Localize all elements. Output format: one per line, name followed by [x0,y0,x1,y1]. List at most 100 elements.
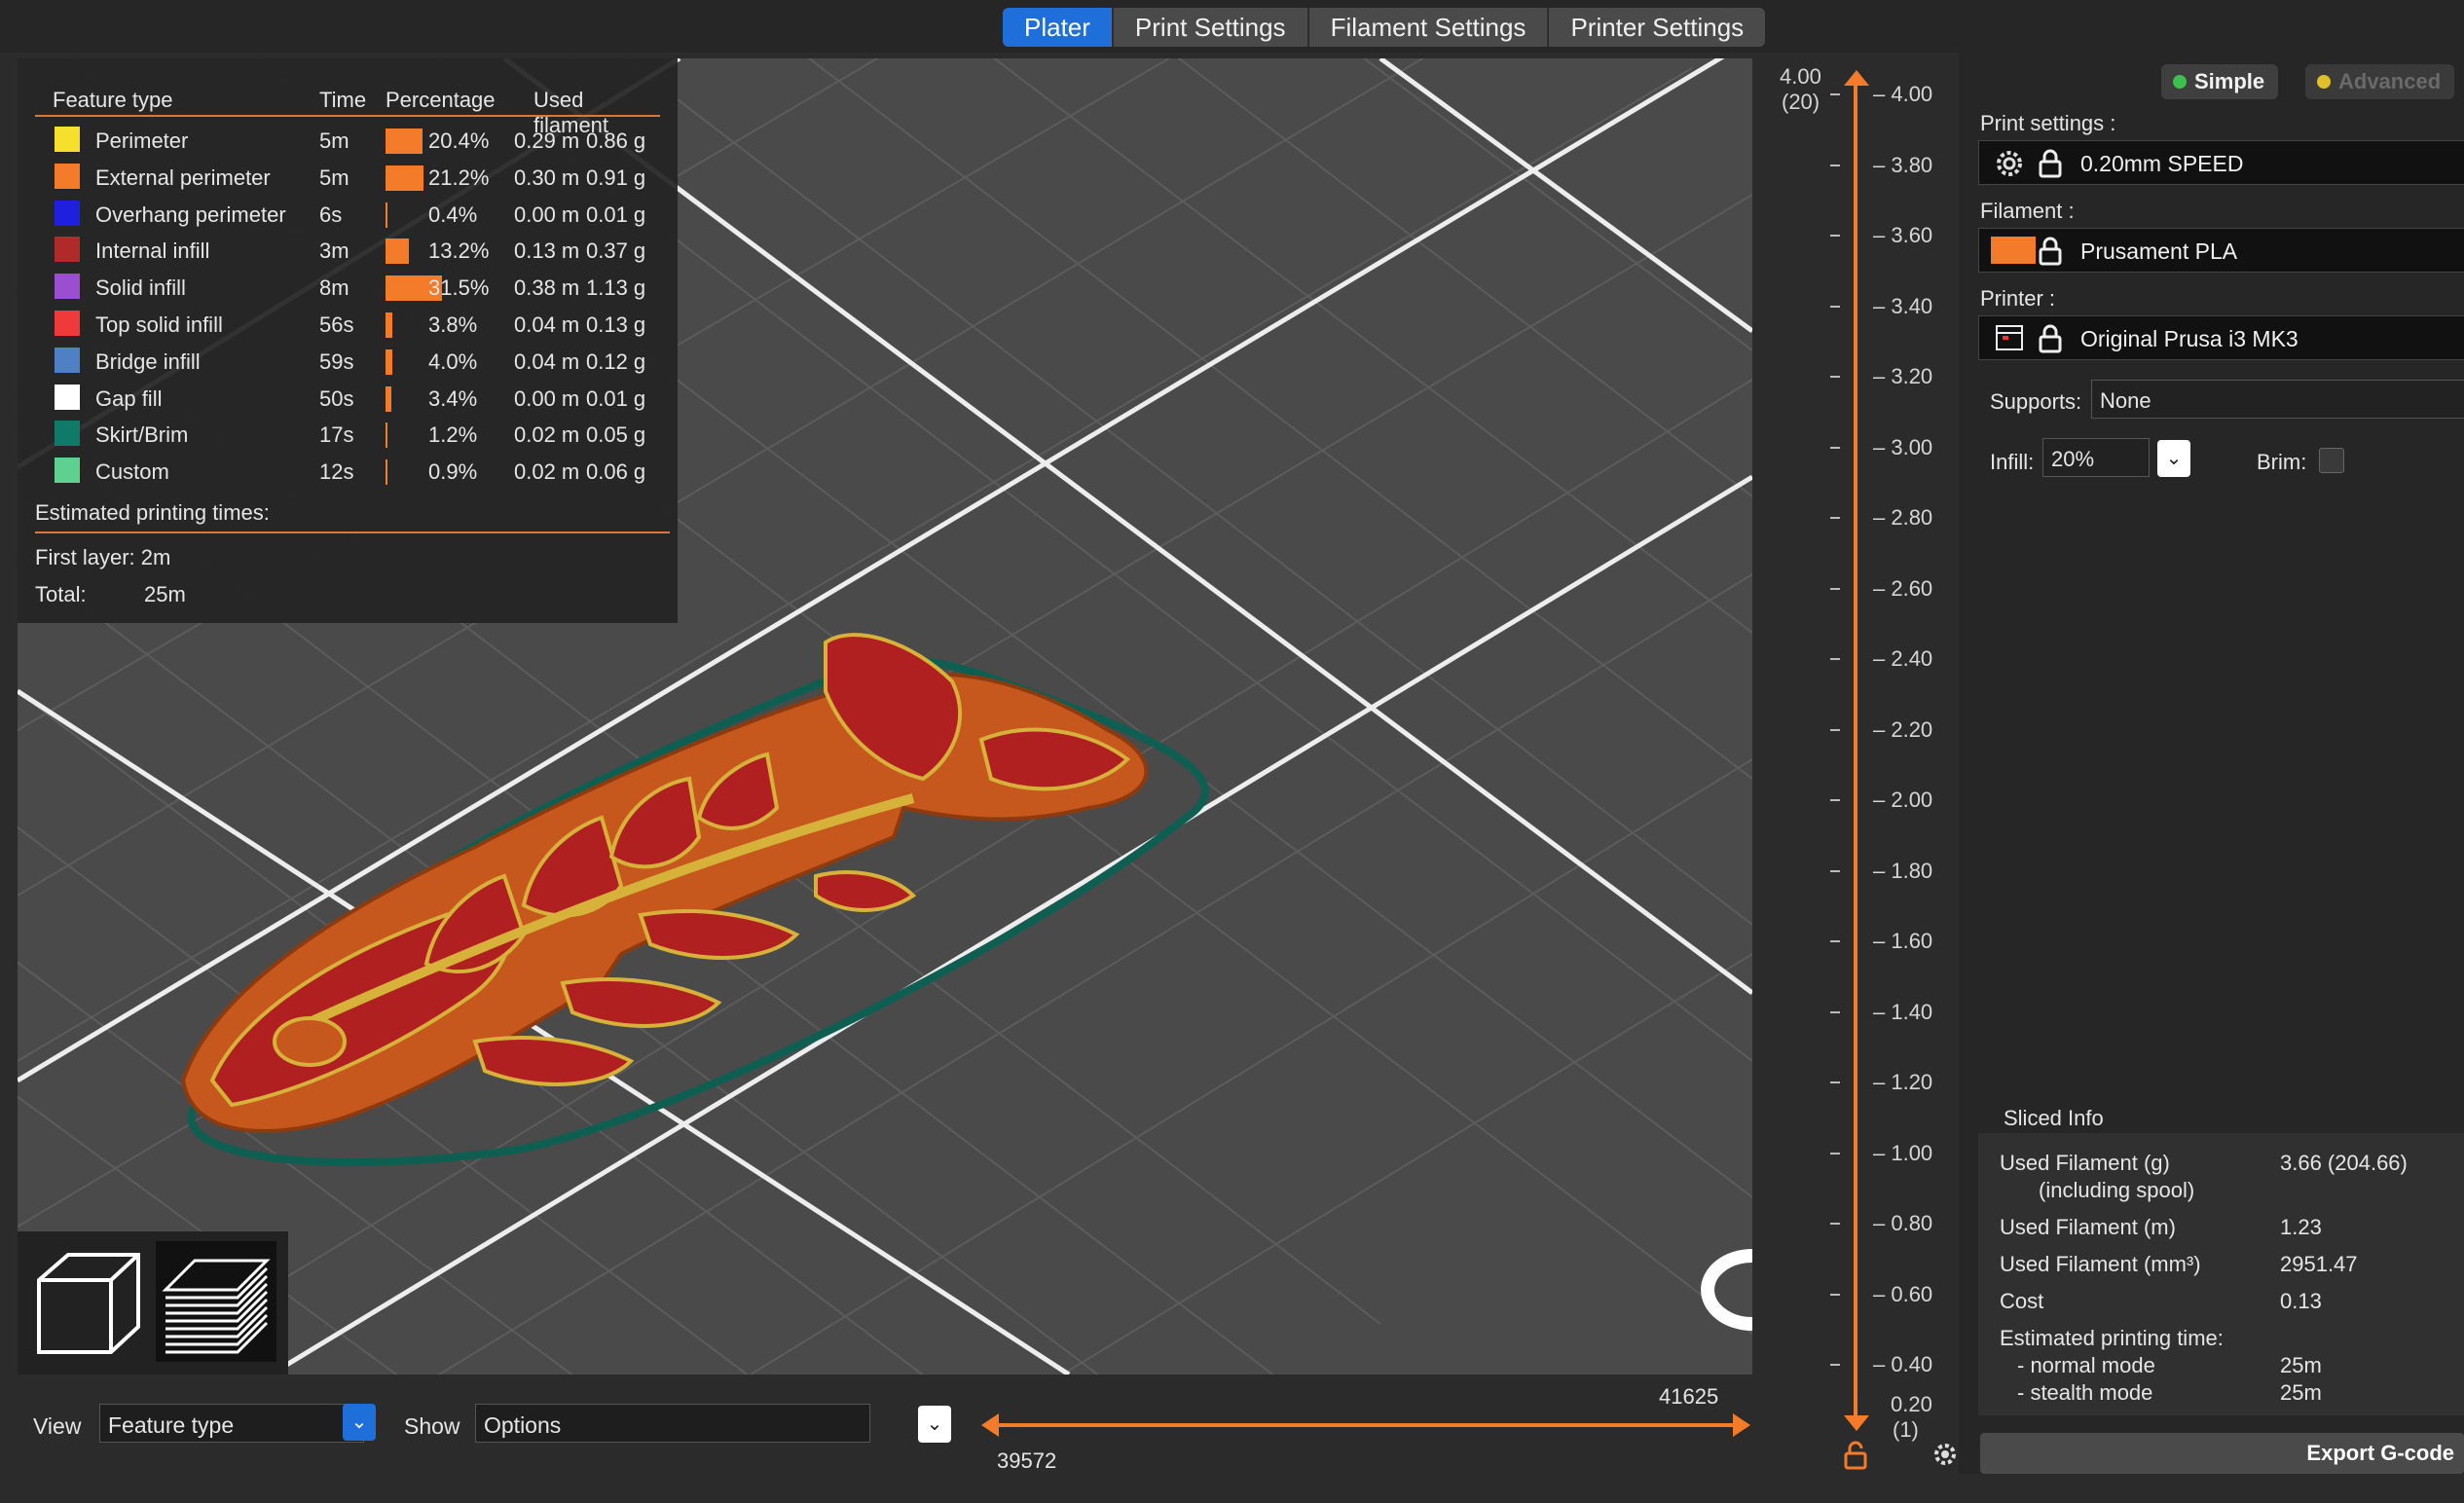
vslider-tick-mark [1830,446,1840,449]
legend-separator [35,532,670,533]
3d-view-icon[interactable] [29,1241,150,1362]
view-select[interactable]: Feature type [99,1404,364,1443]
legend-header-feature: Feature type [53,88,173,112]
legend-row: Internal infill 3m 13.2% 0.13 m 0.37 g [35,231,670,268]
vslider-bottom-thumb-icon[interactable] [1842,1413,1871,1433]
infill-dropdown-arrow-icon[interactable]: ⌄ [2157,440,2190,477]
legend-g-value: 0.91 g [586,165,646,190]
preview-bottom-bar: View Feature type ⌄ Show Options ⌄ 39572… [18,1375,1959,1474]
legend-m-value: 0.02 m [514,459,580,485]
top-tab-bar: Plater Print Settings Filament Settings … [0,0,2464,53]
legend-color-swatch [55,384,80,410]
view-dropdown-arrow-icon[interactable]: ⌄ [343,1404,376,1441]
legend-row: Solid infill 8m 31.5% 0.38 m 1.13 g [35,268,670,305]
hslider-left-thumb-icon[interactable] [979,1411,1001,1439]
unlock-icon[interactable] [1842,1441,1869,1470]
vslider-tick-mark [1830,869,1840,872]
vslider-tick-label: – 3.00 [1873,434,1933,459]
layer-view-icon[interactable] [156,1241,276,1362]
vslider-tick-mark [1830,1152,1840,1155]
legend-row: Bridge infill 59s 4.0% 0.04 m 0.12 g [35,342,670,379]
legend-feature-name: Internal infill [95,238,210,264]
legend-time-value: 5m [319,128,349,153]
legend-row: Overhang perimeter 6s 0.4% 0.00 m 0.01 g [35,195,670,232]
vslider-top-thumb-icon[interactable] [1842,68,1871,88]
legend-m-value: 0.02 m [514,422,580,448]
used-filament-g-label: Used Filament (g) [2000,1151,2170,1175]
tab-plater[interactable]: Plater [1003,8,1114,47]
legend-time-value: 59s [319,348,354,374]
sliced-info-panel: Used Filament (g) (including spool) 3.66… [1978,1133,2464,1415]
right-sidebar: Simple Advanced Print settings : 0.20mm … [1959,53,2464,1474]
vslider-tick-label: – 3.80 [1873,152,1933,177]
horizontal-slider-track[interactable] [991,1423,1741,1427]
legend-feature-name: Top solid infill [95,312,223,337]
used-filament-g-value: 3.66 (204.66) [2280,1151,2408,1175]
hslider-right-thumb-icon[interactable] [1731,1411,1752,1439]
advanced-mode-dot-icon [2317,75,2331,89]
vslider-bottom-value: 0.20 [1891,1392,1932,1416]
legend-pct-value: 0.9% [428,459,478,485]
sliced-info-title: Sliced Info [2004,1106,2104,1130]
vslider-track[interactable] [1854,82,1857,1425]
infill-label: Infill: [1990,450,2035,474]
filament-color-swatch[interactable] [1991,237,2036,264]
show-dropdown-arrow-icon[interactable]: ⌄ [918,1406,951,1443]
vslider-tick-mark [1830,93,1840,95]
gear-icon [1997,151,2022,176]
vslider-tick-label: – 0.80 [1873,1211,1933,1235]
legend-color-swatch [55,127,80,152]
legend-color-swatch [55,347,80,373]
legend-time-value: 6s [319,202,343,227]
show-select-value: Options [484,1412,562,1438]
tab-filament-settings[interactable]: Filament Settings [1309,8,1550,47]
legend-pct-value: 13.2% [428,238,490,264]
vslider-tick-label: – 1.20 [1873,1070,1933,1094]
simple-mode-button[interactable]: Simple [2161,64,2279,99]
filament-combo[interactable]: Prusament PLA [1978,228,2464,273]
layer-height-slider[interactable]: 4.00 (20) – 4.00 – 3.80 – 3.60 – 3.40 – 3.20… [1752,58,1959,1480]
legend-feature-name: Skirt/Brim [95,422,189,448]
legend-g-value: 0.06 g [586,459,646,485]
vslider-tick-mark [1830,658,1840,660]
vslider-tick-label: – 1.00 [1873,1140,1933,1165]
vslider-tick-label: – 4.00 [1873,82,1933,106]
show-label: Show [404,1413,460,1439]
navigation-gizmo [1701,1249,1752,1331]
lock-icon [2039,149,2062,178]
brim-checkbox[interactable] [2319,448,2344,473]
stealth-mode-label: - stealth mode [2017,1380,2153,1405]
vslider-tick-mark [1830,517,1840,519]
vslider-tick-mark [1830,940,1840,942]
supports-select[interactable]: None [2091,380,2464,419]
supports-value: None [2100,388,2151,413]
show-options-select[interactable]: Options [475,1404,870,1443]
model-hole [273,1016,347,1067]
main-tabs: Plater Print Settings Filament Settings … [1003,8,1766,47]
used-filament-mm3-label: Used Filament (mm³) [2000,1252,2201,1276]
legend-row: Top solid infill 56s 3.8% 0.04 m 0.13 g [35,305,670,342]
normal-mode-label: - normal mode [2017,1353,2155,1377]
infill-select[interactable]: 20% [2042,438,2150,477]
vslider-tick-mark [1830,1364,1840,1366]
legend-row: Gap fill 50s 3.4% 0.00 m 0.01 g [35,379,670,416]
legend-color-swatch [55,458,80,484]
vslider-top-layer: (20) [1782,90,1820,114]
legend-g-value: 0.13 g [586,312,646,337]
tab-printer-settings[interactable]: Printer Settings [1549,8,1765,47]
legend-feature-name: Perimeter [95,128,189,153]
tab-print-settings[interactable]: Print Settings [1114,8,1309,47]
vslider-tick-label: – 0.40 [1873,1352,1933,1376]
vslider-tick-mark [1830,376,1840,378]
export-gcode-button[interactable]: Export G-code [1980,1433,2464,1474]
estimated-time-label: Estimated printing time: [2000,1326,2224,1350]
legend-percentage-bar [386,312,392,338]
vslider-tick-label: – 2.20 [1873,716,1933,742]
print-settings-combo[interactable]: 0.20mm SPEED [1978,140,2464,185]
settings-cog-icon[interactable] [1931,1441,1959,1468]
advanced-mode-button[interactable]: Advanced [2305,64,2455,99]
printer-combo[interactable]: Original Prusa i3 MK3 [1978,315,2464,360]
vslider-tick-label: – 0.60 [1873,1281,1933,1306]
legend-feature-name: Gap fill [95,385,163,411]
first-layer-time: First layer: 2m [35,545,171,569]
